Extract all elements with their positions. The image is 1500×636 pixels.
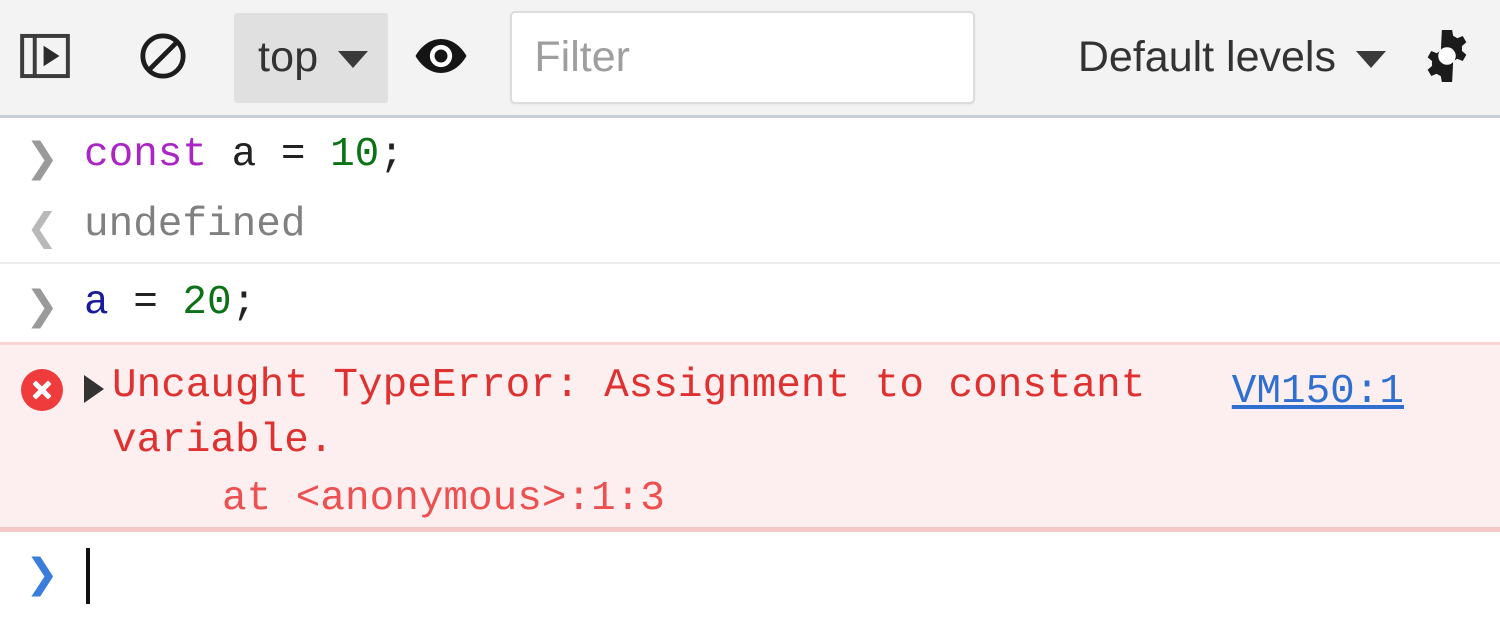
sidebar-panel-icon xyxy=(17,28,73,87)
chevron-right-icon: ❯ xyxy=(25,135,59,181)
code-token: const xyxy=(84,132,208,178)
chevron-left-icon: ❮ xyxy=(26,205,58,249)
code-token: a xyxy=(231,132,257,178)
input-chevron-gutter: ❯ xyxy=(0,134,84,178)
error-source-link[interactable]: VM150:1 xyxy=(1232,365,1404,420)
log-level-select[interactable]: Default levels xyxy=(1074,36,1390,79)
output-chevron-gutter: ❮ xyxy=(0,204,84,246)
prompt-chevron-gutter: ❯ xyxy=(0,550,84,594)
code-token: = xyxy=(108,280,183,326)
console-settings-button[interactable] xyxy=(1412,23,1482,93)
gear-icon xyxy=(1417,26,1477,89)
code-token: 20 xyxy=(182,280,232,326)
console-error-message[interactable]: Uncaught TypeError: Assignment to consta… xyxy=(0,342,1500,532)
chevron-down-icon xyxy=(1356,51,1386,68)
console-output-value: undefined xyxy=(84,202,306,248)
no-entry-icon xyxy=(137,30,189,85)
code-token: ; xyxy=(231,280,257,326)
console-prompt-row[interactable]: ❯ xyxy=(0,532,1500,624)
input-chevron-gutter: ❯ xyxy=(0,282,84,326)
javascript-context-value: top xyxy=(258,33,319,81)
error-icon-gutter xyxy=(0,359,84,411)
filter-input[interactable] xyxy=(510,11,976,104)
error-stack-line: at <anonymous>:1:3 xyxy=(222,476,665,523)
filter-field-wrapper xyxy=(510,11,976,104)
console-toolbar: top Default levels xyxy=(0,0,1500,118)
eye-icon xyxy=(412,32,470,83)
error-body: Uncaught TypeError: Assignment to consta… xyxy=(84,359,1500,527)
console-input-row: ❯ const a = 10; xyxy=(0,118,1500,192)
console-input-code: a = 20; xyxy=(84,280,257,326)
chevron-down-icon xyxy=(338,51,369,68)
console-input-code: const a = 10; xyxy=(84,132,404,178)
clear-console-button[interactable] xyxy=(132,23,194,93)
code-token: = xyxy=(256,132,331,178)
console-message-list: ❯ const a = 10; ❮ undefined ❯ a = 20; Un… xyxy=(0,118,1500,624)
console-output-row: ❮ undefined xyxy=(0,192,1500,264)
code-token: a xyxy=(84,280,109,326)
error-circle-icon xyxy=(21,369,63,411)
chevron-right-icon: ❯ xyxy=(25,283,59,329)
expand-triangle-icon[interactable] xyxy=(84,375,104,403)
javascript-context-select[interactable]: top xyxy=(234,12,389,103)
code-token: ; xyxy=(379,132,404,178)
show-console-sidebar-button[interactable] xyxy=(14,23,76,93)
chevron-right-icon: ❯ xyxy=(25,551,59,597)
code-token: 10 xyxy=(330,132,380,178)
create-live-expression-button[interactable] xyxy=(410,23,472,93)
console-input-row: ❯ a = 20; xyxy=(0,264,1500,342)
log-level-value: Default levels xyxy=(1077,33,1336,81)
error-message-text: Uncaught TypeError: Assignment to consta… xyxy=(112,363,1170,464)
text-cursor xyxy=(86,548,90,604)
